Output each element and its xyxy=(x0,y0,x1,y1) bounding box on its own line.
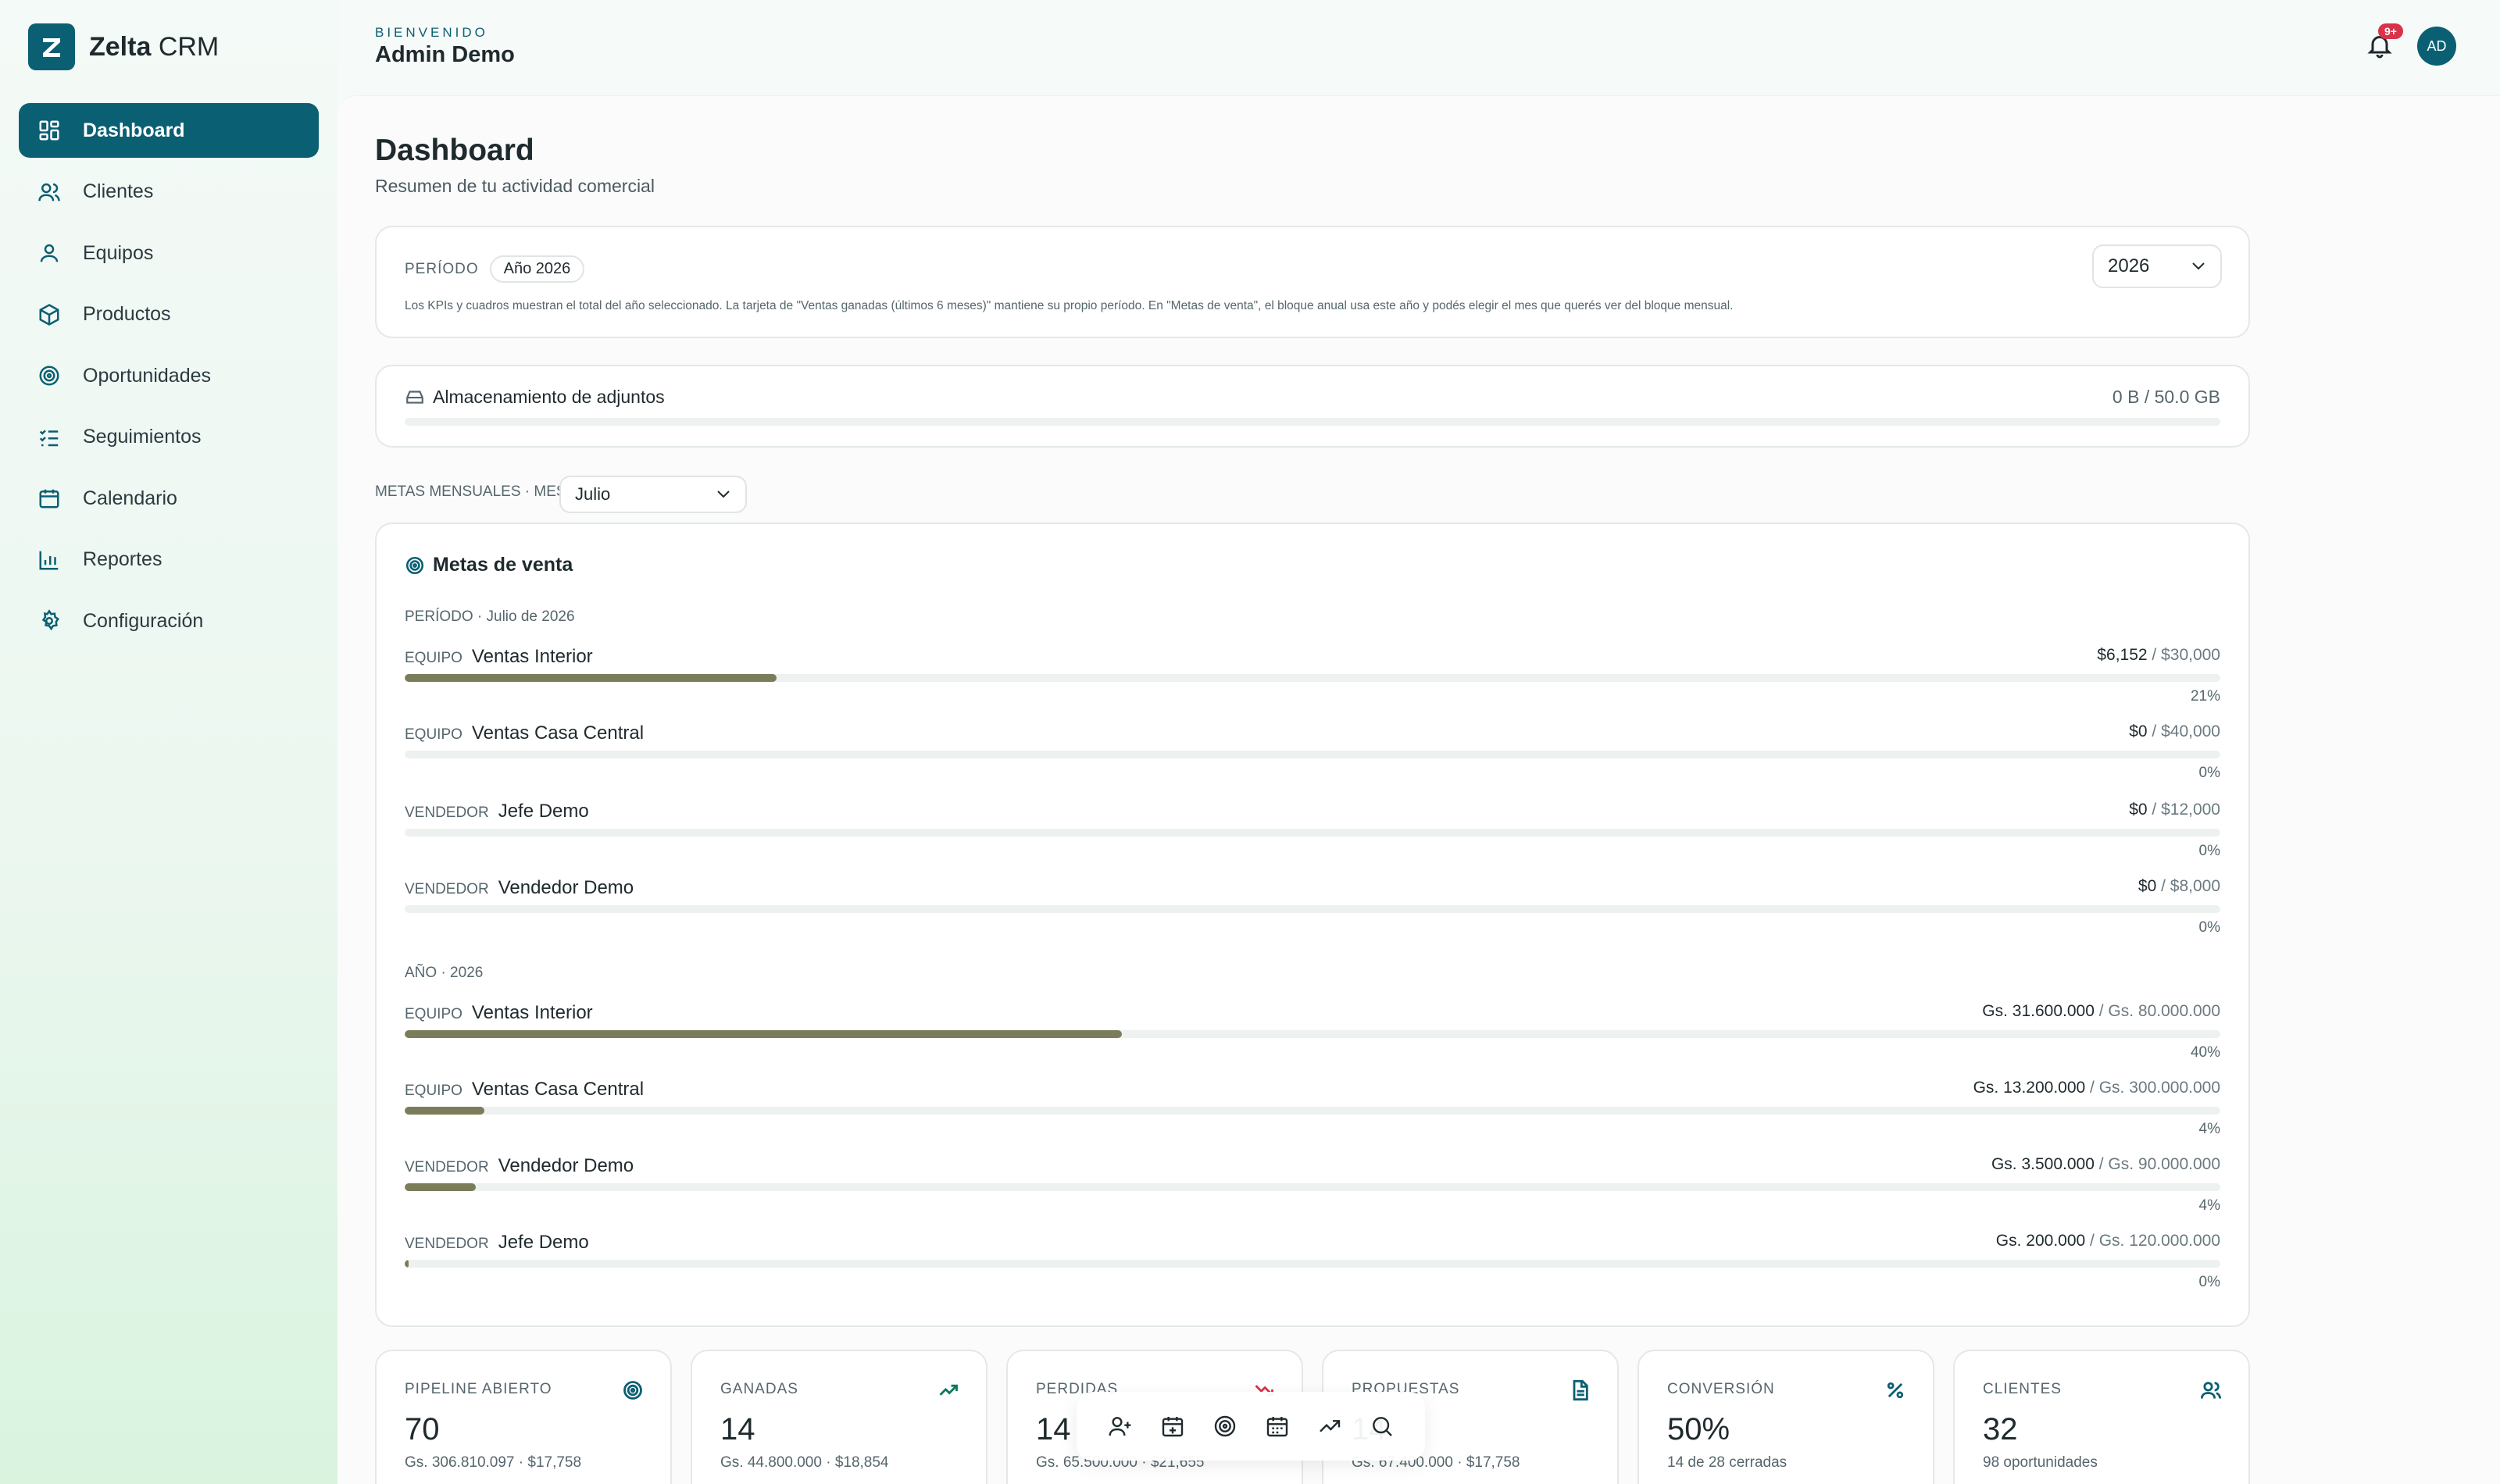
sidebar-item-label: Configuración xyxy=(83,609,204,632)
progress-fill xyxy=(405,1183,476,1191)
sidebar-item-clientes[interactable]: Clientes xyxy=(19,165,319,219)
kpi-conversion[interactable]: CONVERSIÓN 50% 14 de 28 cerradas xyxy=(1638,1350,1934,1484)
goal-row-name: Ventas Casa Central xyxy=(471,1079,645,1100)
calendar-add-icon[interactable] xyxy=(1160,1414,1185,1439)
period-note: Los KPIs y cuadros muestran el total del… xyxy=(405,299,1734,312)
goal-progress-bar xyxy=(405,829,2220,837)
trend-up-icon xyxy=(939,1384,958,1396)
storage-value: 0 B / 50.0 GB xyxy=(2112,387,2220,407)
sidebar-item-label: Clientes xyxy=(83,180,154,202)
storage-label: Almacenamiento de adjuntos xyxy=(433,387,665,407)
goal-progress-bar xyxy=(405,1030,2220,1038)
progress-fill xyxy=(405,674,777,682)
sidebar-item-configuracion[interactable]: Configuración xyxy=(19,594,319,648)
avatar[interactable]: AD xyxy=(2417,27,2456,66)
goal-progress-bar xyxy=(405,1183,2220,1191)
user-icon xyxy=(40,244,59,262)
goal-progress-bar xyxy=(405,1260,2220,1268)
brand[interactable]: Zelta CRM xyxy=(28,23,219,70)
zelta-logo-icon xyxy=(28,23,75,70)
goal-row-name: Vendedor Demo xyxy=(498,877,634,898)
goal-progress-bar xyxy=(405,1107,2220,1115)
annual-period-label: AÑO · 2026 xyxy=(405,965,484,981)
sidebar-item-label: Reportes xyxy=(83,548,162,570)
goal-row-name: Vendedor Demo xyxy=(498,1155,634,1176)
goal-row-name: Ventas Interior xyxy=(471,1002,593,1023)
bar-chart-icon xyxy=(39,551,59,569)
search-icon[interactable] xyxy=(1370,1414,1395,1439)
goal-progress-bar xyxy=(405,905,2220,913)
storage-icon xyxy=(406,391,423,404)
sidebar-item-label: Oportunidades xyxy=(83,364,212,387)
top-bar: BIENVENIDO Admin Demo 9+ AD xyxy=(338,0,2500,95)
progress-fill xyxy=(405,1260,409,1268)
page-title: Dashboard xyxy=(375,134,534,167)
monthly-period-label: PERÍODO · Julio de 2026 xyxy=(405,608,575,625)
welcome-label: BIENVENIDO xyxy=(375,25,488,40)
month-select-value: Julio xyxy=(575,484,611,504)
sidebar: Zelta CRM Dashboard Clientes Equipos Pro… xyxy=(0,0,338,1484)
storage-card: Almacenamiento de adjuntos 0 B / 50.0 GB xyxy=(375,365,2250,448)
chevron-down-icon xyxy=(2192,262,2205,270)
sidebar-item-productos[interactable]: Productos xyxy=(19,287,319,342)
kpi-ganadas[interactable]: GANADAS 14 Gs. 44.800.000 · $18,854 xyxy=(691,1350,988,1484)
goal-row-name: Ventas Casa Central xyxy=(471,722,645,744)
goals-title: Metas de venta xyxy=(433,554,573,576)
sidebar-item-seguimientos[interactable]: Seguimientos xyxy=(19,410,319,465)
sidebar-item-oportunidades[interactable]: Oportunidades xyxy=(19,348,319,403)
document-icon xyxy=(1573,1379,1588,1401)
target-icon xyxy=(405,556,424,575)
users-icon xyxy=(2200,1382,2222,1399)
sidebar-item-equipos[interactable]: Equipos xyxy=(19,226,319,280)
year-select-value: 2026 xyxy=(2108,255,2150,276)
welcome-user-name: Admin Demo xyxy=(375,42,515,67)
monthly-goals-label: METAS MENSUALES · MES xyxy=(375,483,566,500)
period-label: PERÍODO xyxy=(405,260,479,277)
sidebar-item-label: Equipos xyxy=(83,241,154,264)
sidebar-item-calendario[interactable]: Calendario xyxy=(19,471,319,526)
calendar-icon[interactable] xyxy=(1265,1414,1290,1439)
sidebar-item-label: Seguimientos xyxy=(83,426,202,448)
add-user-icon[interactable] xyxy=(1108,1414,1133,1439)
trend-up-icon[interactable] xyxy=(1317,1414,1342,1439)
period-card: PERÍODO Año 2026 2026 Los KPIs y cuadros… xyxy=(375,226,2250,338)
chevron-down-icon xyxy=(717,491,730,498)
target-icon xyxy=(39,366,59,386)
goal-row-name: Jefe Demo xyxy=(498,801,589,822)
progress-fill xyxy=(405,1030,1122,1038)
checklist-icon xyxy=(39,429,59,446)
dashboard-icon xyxy=(39,120,59,141)
sidebar-nav: Dashboard Clientes Equipos Productos Opo… xyxy=(19,103,319,655)
goal-progress-bar xyxy=(405,751,2220,758)
sidebar-item-label: Dashboard xyxy=(83,119,185,141)
users-icon xyxy=(38,183,60,201)
box-icon xyxy=(39,303,59,326)
main-content: Dashboard Resumen de tu actividad comerc… xyxy=(338,95,2500,1484)
progress-fill xyxy=(405,1107,485,1115)
year-select[interactable]: 2026 xyxy=(2092,244,2222,288)
sidebar-item-dashboard[interactable]: Dashboard xyxy=(19,103,319,158)
kpi-clientes[interactable]: CLIENTES 32 98 oportunidades xyxy=(1953,1350,2250,1484)
target-icon xyxy=(623,1381,642,1400)
calendar-icon xyxy=(39,489,59,508)
kpi-pipeline[interactable]: PIPELINE ABIERTO 70 Gs. 306.810.097 · $1… xyxy=(375,1350,672,1484)
goal-row-name: Ventas Interior xyxy=(471,646,593,667)
storage-bar xyxy=(405,418,2220,426)
percent-icon xyxy=(1887,1382,1904,1399)
notification-badge: 9+ xyxy=(2378,23,2403,39)
quick-actions-bar xyxy=(1077,1392,1425,1461)
period-pill: Año 2026 xyxy=(489,255,585,283)
sidebar-item-reportes[interactable]: Reportes xyxy=(19,533,319,587)
brand-name: Zelta CRM xyxy=(89,31,220,62)
sales-goals-card: Metas de venta PERÍODO · Julio de 2026 E… xyxy=(375,523,2250,1327)
month-select[interactable]: Julio xyxy=(559,476,747,513)
gear-icon xyxy=(41,609,59,631)
sidebar-item-label: Productos xyxy=(83,303,171,325)
goal-row-name: Jefe Demo xyxy=(498,1232,589,1253)
goal-progress-bar xyxy=(405,674,2220,682)
target-icon[interactable] xyxy=(1212,1414,1238,1439)
sidebar-item-label: Calendario xyxy=(83,487,177,509)
page-subtitle: Resumen de tu actividad comercial xyxy=(375,176,655,196)
